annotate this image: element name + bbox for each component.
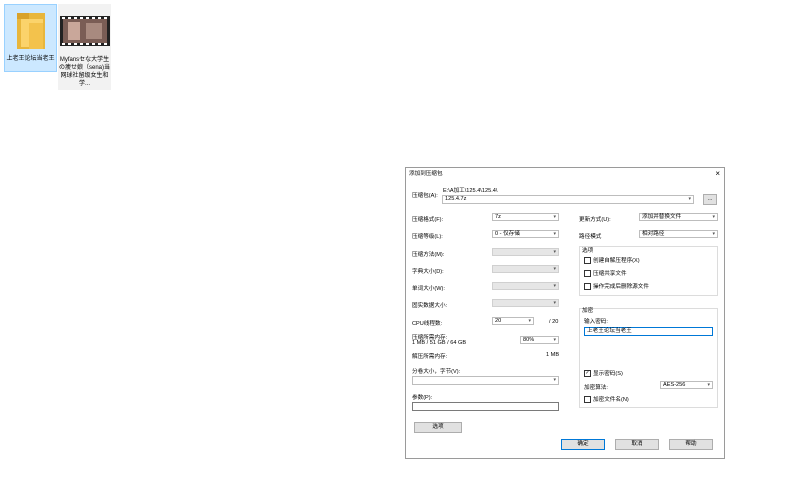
dialog-titlebar: 添加到压缩包 ×	[406, 168, 724, 180]
mem-detail: 1 MB / 51 GB / 64 GB	[412, 340, 467, 346]
chevron-down-icon: ▾	[553, 266, 556, 272]
encrypt-method-label: 加密算法:	[584, 385, 608, 391]
password-label: 输入密码:	[584, 319, 608, 325]
archive-label: 压缩包(A):	[412, 193, 438, 199]
add-to-archive-dialog: 添加到压缩包 × 压缩包(A): E:\A加工\125.4\125.4\ 125…	[405, 167, 725, 459]
mem-value: 80%	[523, 337, 535, 343]
encrypt-names-checkbox[interactable]: 加密文件名(N)	[584, 396, 629, 404]
cancel-button[interactable]: 取消	[615, 439, 659, 450]
chevron-down-icon: ▾	[553, 231, 556, 237]
chevron-down-icon: ▾	[712, 231, 715, 237]
dict-combo: ▾	[492, 265, 559, 273]
decomp-value: 1 MB	[546, 352, 560, 358]
sfx-checkbox[interactable]: 创建自解压程序(X)	[584, 257, 640, 265]
delete-label: 操作完成后删除源文件	[593, 283, 649, 290]
level-combo[interactable]: 0 - 仅存储 ▾	[492, 230, 559, 238]
cpu-label: CPU线程数:	[412, 321, 443, 327]
path-mode-label: 路径模式	[579, 234, 602, 240]
split-label: 分卷大小，字节(V):	[412, 369, 461, 375]
cpu-total: / 20	[549, 319, 559, 325]
checkmark-icon: ✓	[584, 370, 591, 377]
video-thumbnail-icon	[59, 16, 110, 46]
decomp-label: 解压所需内存:	[412, 354, 448, 360]
archive-name-value: 125.4.7z	[445, 196, 467, 202]
help-button[interactable]: 帮助	[669, 439, 713, 450]
solid-label: 固实数据大小:	[412, 303, 448, 309]
mem-combo[interactable]: 80% ▾	[520, 336, 559, 344]
chevron-down-icon: ▾	[553, 249, 556, 255]
chevron-down-icon: ▾	[553, 214, 556, 220]
format-label: 压缩格式(F):	[412, 217, 444, 223]
solid-combo: ▾	[492, 299, 559, 307]
close-icon[interactable]: ×	[715, 168, 720, 180]
checkbox-icon	[584, 283, 591, 290]
chevron-down-icon: ▾	[553, 337, 556, 343]
folder-icon	[16, 13, 45, 49]
desktop-folder-icon[interactable]: 上老王论坛当老王	[4, 4, 57, 72]
word-combo: ▾	[492, 282, 559, 290]
chevron-down-icon: ▾	[707, 382, 710, 388]
level-label: 压缩等级(L):	[412, 234, 443, 240]
desktop-video-label: Myfansセな大学生の痩せ娘（sena)当网球社留级女生和学...	[59, 57, 111, 87]
cpu-combo[interactable]: 20 ▾	[492, 317, 534, 325]
checkbox-icon	[584, 270, 591, 277]
dialog-title: 添加到压缩包	[409, 171, 443, 177]
encrypt-method-combo[interactable]: AES-256 ▾	[660, 381, 713, 389]
chevron-down-icon: ▾	[712, 214, 715, 220]
desktop-video-file[interactable]: Myfansセな大学生の痩せ娘（sena)当网球社留级女生和学...	[58, 4, 111, 90]
encrypt-method-value: AES-256	[663, 382, 686, 388]
chevron-down-icon: ▾	[688, 196, 691, 202]
password-input[interactable]: 上老王论坛当老王	[584, 327, 713, 336]
word-label: 单词大小(W):	[412, 286, 445, 292]
level-value: 0 - 仅存储	[495, 231, 520, 237]
dict-label: 字典大小(D):	[412, 269, 444, 275]
chevron-down-icon: ▾	[553, 377, 556, 383]
shared-checkbox[interactable]: 压缩共享文件	[584, 270, 627, 278]
update-value: 添加并替换文件	[642, 214, 682, 220]
format-value: 7z	[495, 214, 501, 220]
method-combo: ▾	[492, 248, 559, 256]
browse-button[interactable]: ...	[703, 194, 717, 205]
sfx-label: 创建自解压程序(X)	[593, 257, 640, 264]
params-label: 参数(P):	[412, 395, 433, 401]
path-mode-value: 相对路径	[642, 231, 665, 237]
update-combo[interactable]: 添加并替换文件 ▾	[639, 213, 718, 221]
update-label: 更新方式(U):	[579, 217, 611, 223]
archive-name-combo[interactable]: 125.4.7z ▾	[442, 195, 694, 204]
encrypt-names-label: 加密文件名(N)	[593, 396, 629, 403]
checkbox-icon	[584, 396, 591, 403]
archive-path: E:\A加工\125.4\125.4\	[443, 188, 498, 194]
encrypt-group-title: 加密	[582, 308, 594, 314]
chevron-down-icon: ▾	[553, 300, 556, 306]
chevron-down-icon: ▾	[553, 283, 556, 289]
chevron-down-icon: ▾	[528, 318, 531, 324]
method-label: 压缩方法(M):	[412, 252, 445, 258]
password-value: 上老王论坛当老王	[587, 328, 632, 334]
path-mode-combo[interactable]: 相对路径 ▾	[639, 230, 718, 238]
options-group-title: 选项	[582, 248, 594, 254]
checkbox-icon	[584, 257, 591, 264]
format-combo[interactable]: 7z ▾	[492, 213, 559, 221]
show-password-label: 显示密码(S)	[593, 370, 623, 377]
split-combo[interactable]: ▾	[412, 376, 559, 385]
shared-label: 压缩共享文件	[593, 270, 627, 277]
desktop-folder-label: 上老王论坛当老王	[6, 56, 55, 62]
delete-checkbox[interactable]: 操作完成后删除源文件	[584, 283, 649, 291]
show-password-checkbox[interactable]: ✓ 显示密码(S)	[584, 370, 623, 378]
options-button[interactable]: 选项	[414, 422, 462, 433]
ok-button[interactable]: 确定	[561, 439, 605, 450]
cpu-value: 20	[495, 318, 502, 324]
params-input[interactable]	[412, 402, 559, 411]
